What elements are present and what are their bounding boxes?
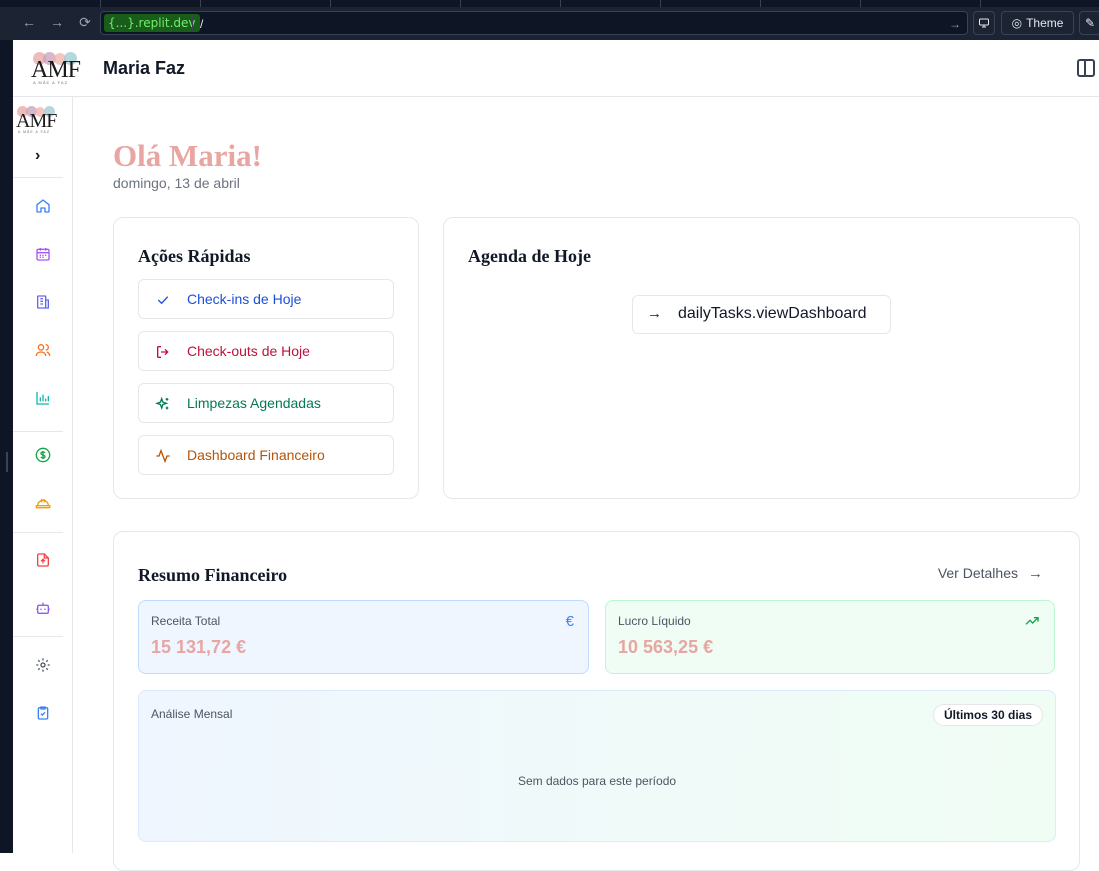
url-path: / [200,17,204,31]
financial-dashboard-button[interactable]: Dashboard Financeiro [138,435,394,475]
bot-icon [36,602,50,614]
sidebar-item-finance[interactable] [35,447,51,463]
dollar-icon [35,447,51,463]
sidebar-item-tasks[interactable] [35,705,51,721]
total-revenue-label: Receita Total [151,614,221,628]
greeting-title: Olá Maria! [113,138,262,173]
empty-state-text: Sem dados para este período [517,774,677,788]
logo-tagline: A MÃE A FAZ [33,80,69,85]
checkins-today-label: Check-ins de Hoje [187,291,302,307]
tab-strip [0,0,1099,7]
sparkles-icon [155,396,171,412]
euro-icon: € [565,613,574,630]
file-upload-icon [37,553,49,567]
sidebar-item-properties[interactable] [35,294,51,310]
quick-actions-card: Ações Rápidas Check-ins de Hoje Check-ou… [113,217,419,499]
browser-toolbar: ← → ⟳ {...}.replit.dev / → ◎ Theme ✎ [0,0,1099,40]
url-bar[interactable]: {...}.replit.dev / → [100,11,968,35]
devices-button[interactable] [973,11,995,35]
arrow-right-icon: → [1028,565,1043,582]
scheduled-cleanings-label: Limpezas Agendadas [187,395,321,411]
view-details-label: Ver Detalhes [937,565,1018,581]
bar-chart-icon [36,392,49,405]
net-profit-card: Lucro Líquido 10 563,25 € [605,600,1055,674]
expand-chevron-icon[interactable]: › [35,147,40,165]
total-revenue-card: Receita Total 15 131,72 € € [138,600,589,674]
quick-actions-title: Ações Rápidas [138,246,251,266]
net-profit-value: 10 563,25 € [618,637,714,657]
monitor-icon [979,18,989,28]
monthly-analysis-panel: Análise Mensal Últimos 30 dias Sem dados… [138,690,1056,842]
monthly-analysis-label: Análise Mensal [151,707,233,721]
logo-tagline: A MÃE A FAZ [18,130,51,134]
sidebar-logo[interactable]: AMF A MÃE A FAZ [16,106,66,136]
total-revenue-value: 15 131,72 € [151,637,247,657]
sidebar-item-upload[interactable] [35,552,51,568]
resize-handle[interactable] [6,452,8,472]
theme-button-label: Theme [1026,16,1064,30]
sidebar-divider [13,431,63,432]
header-logo[interactable]: AMF A MÃE A FAZ [31,52,91,86]
sidebar-divider [13,636,63,637]
sidebar-item-owners[interactable] [35,342,51,358]
checkouts-today-button[interactable]: Check-outs de Hoje [138,331,394,371]
checkins-today-button[interactable]: Check-ins de Hoje [138,279,394,319]
finance-summary-title: Resumo Financeiro [138,565,288,585]
sidebar-item-calendar[interactable] [35,246,51,262]
agenda-card: Agenda de Hoje → dailyTasks.viewDashboar… [443,217,1080,499]
period-selector[interactable]: Últimos 30 dias [932,704,1043,726]
sidebar-item-home[interactable] [35,198,51,214]
reload-icon[interactable]: ⟳ [76,13,94,31]
sidebar-item-maintenance[interactable] [35,495,51,511]
sidebar-divider [13,177,63,178]
view-dashboard-button[interactable]: → dailyTasks.viewDashboard [632,295,891,334]
url-divider [192,15,193,31]
logout-icon [155,344,171,360]
forward-icon[interactable]: → [48,13,66,31]
financial-dashboard-label: Dashboard Financeiro [187,447,325,463]
greeting-date: domingo, 13 de abril [113,175,240,191]
finance-summary-card: Resumo Financeiro Ver Detalhes → Receita … [113,531,1080,871]
clipboard-check-icon [37,706,49,720]
building-icon [37,295,49,309]
tools-button[interactable]: ✎ [1079,11,1099,35]
hard-hat-icon [35,499,51,509]
view-details-link[interactable]: Ver Detalhes → [938,565,1043,582]
url-host: {...}.replit.dev [104,14,200,32]
window-edge [0,40,13,853]
palette-icon: ◎ [1011,16,1023,30]
activity-icon [155,448,171,464]
sidebar-item-assistant[interactable] [35,600,51,616]
sidebar: AMF A MÃE A FAZ › [13,97,73,853]
go-arrow-icon[interactable]: → [949,15,961,33]
sidebar-item-settings[interactable] [35,657,51,673]
users-icon [35,344,51,357]
panel-toggle-icon[interactable] [1077,59,1095,77]
net-profit-label: Lucro Líquido [618,614,691,628]
gear-icon [36,658,50,672]
wrench-icon: ✎ [1084,16,1096,30]
sidebar-item-reports[interactable] [35,390,51,406]
home-icon [36,199,50,213]
agenda-title: Agenda de Hoje [468,246,591,266]
app-header: AMF A MÃE A FAZ Maria Faz [13,40,1099,97]
sidebar-divider [13,532,63,533]
view-dashboard-label: dailyTasks.viewDashboard [678,305,867,322]
arrow-right-icon: → [647,305,662,322]
theme-button[interactable]: ◎ Theme [1001,11,1074,35]
scheduled-cleanings-button[interactable]: Limpezas Agendadas [138,383,394,423]
trending-up-icon [1024,613,1040,633]
back-icon[interactable]: ← [20,13,38,31]
checkouts-today-label: Check-outs de Hoje [187,343,310,359]
check-icon [155,292,171,308]
app-title: Maria Faz [103,58,186,78]
calendar-icon [36,248,50,261]
